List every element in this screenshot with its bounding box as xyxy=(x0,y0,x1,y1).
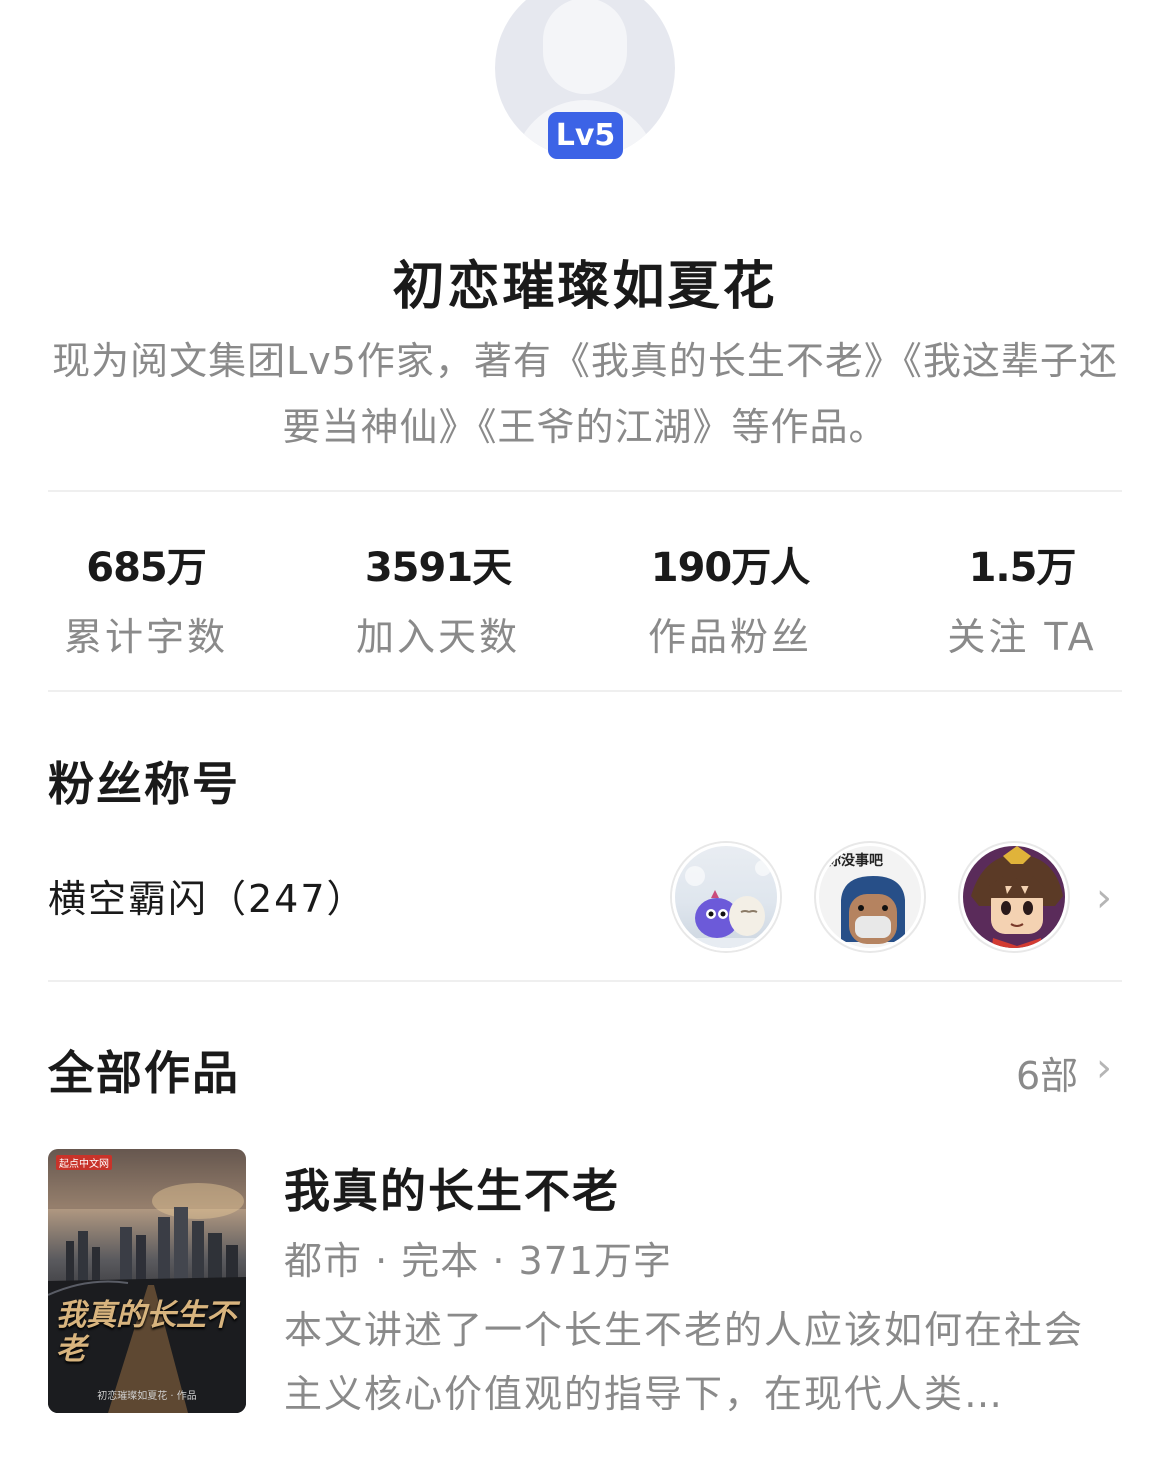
cover-publisher: 起点中文网 xyxy=(56,1155,112,1170)
stat-label: 累计字数 xyxy=(63,615,228,659)
masked-face-avatar[interactable]: 你没事吧 xyxy=(816,843,924,951)
cover-author: 初恋璀璨如夏花 · 作品 xyxy=(97,1391,197,1402)
divider xyxy=(48,490,1122,492)
fan-title-label: 横空霸闪（247） xyxy=(48,877,367,921)
book-cover[interactable]: 起点中文网 我真的长生不老 初恋璀璨如夏花 · 作品 xyxy=(48,1149,246,1413)
anime-character-icon xyxy=(971,846,1063,948)
author-name: 初恋璀璨如夏花 xyxy=(392,257,778,317)
city-skyline-cover-art xyxy=(48,1149,246,1413)
stat-total-words: 685万 累计字数 xyxy=(31,540,261,661)
stat-label: 作品粉丝 xyxy=(647,615,812,659)
avatar-placeholder-head xyxy=(543,0,627,94)
anime-character-avatar[interactable] xyxy=(960,843,1068,951)
stat-fans[interactable]: 190万人 作品粉丝 xyxy=(615,540,845,661)
divider xyxy=(48,690,1122,692)
stat-value: 685万 xyxy=(86,545,207,591)
fluffy-birds-avatar[interactable] xyxy=(672,843,780,951)
avatar-caption: 你没事吧 xyxy=(827,853,883,869)
chevron-right-icon: › xyxy=(1096,1045,1112,1091)
stat-label: 关注 TA xyxy=(947,615,1097,659)
book-title: 我真的长生不老 xyxy=(284,1164,620,1218)
stat-value: 1.5万 xyxy=(968,545,1077,591)
works-count: 6部 xyxy=(1016,1054,1079,1098)
book-description: 本文讲述了一个长生不老的人应该如何在社会主义核心价值观的指导下，在现代人类… xyxy=(284,1308,1085,1416)
author-bio: 现为阅文集团Lv5作家，著有《我真的长生不老》《我这辈子还要当神仙》《王爷的江湖… xyxy=(52,339,1118,449)
stat-value: 190万人 xyxy=(650,545,811,591)
stat-following[interactable]: 1.5万 关注 TA xyxy=(907,540,1137,661)
cover-title: 我真的长生不老 xyxy=(56,1298,236,1367)
chevron-right-icon[interactable]: › xyxy=(1096,875,1112,921)
author-profile-page: Lv5 初恋璀璨如夏花 现为阅文集团Lv5作家，著有《我真的长生不老》《我这辈子… xyxy=(0,0,1170,1458)
stat-join-days: 3591天 加入天数 xyxy=(323,540,553,661)
fluffy-birds-icon xyxy=(675,860,777,948)
fans-section-title: 粉丝称号 xyxy=(48,757,240,811)
stat-label: 加入天数 xyxy=(355,615,520,659)
level-badge: Lv5 xyxy=(548,112,623,159)
stat-value: 3591天 xyxy=(364,545,512,591)
divider xyxy=(48,980,1122,982)
works-section-title: 全部作品 xyxy=(48,1046,240,1100)
book-meta: 都市 · 完本 · 371万字 xyxy=(284,1239,673,1283)
